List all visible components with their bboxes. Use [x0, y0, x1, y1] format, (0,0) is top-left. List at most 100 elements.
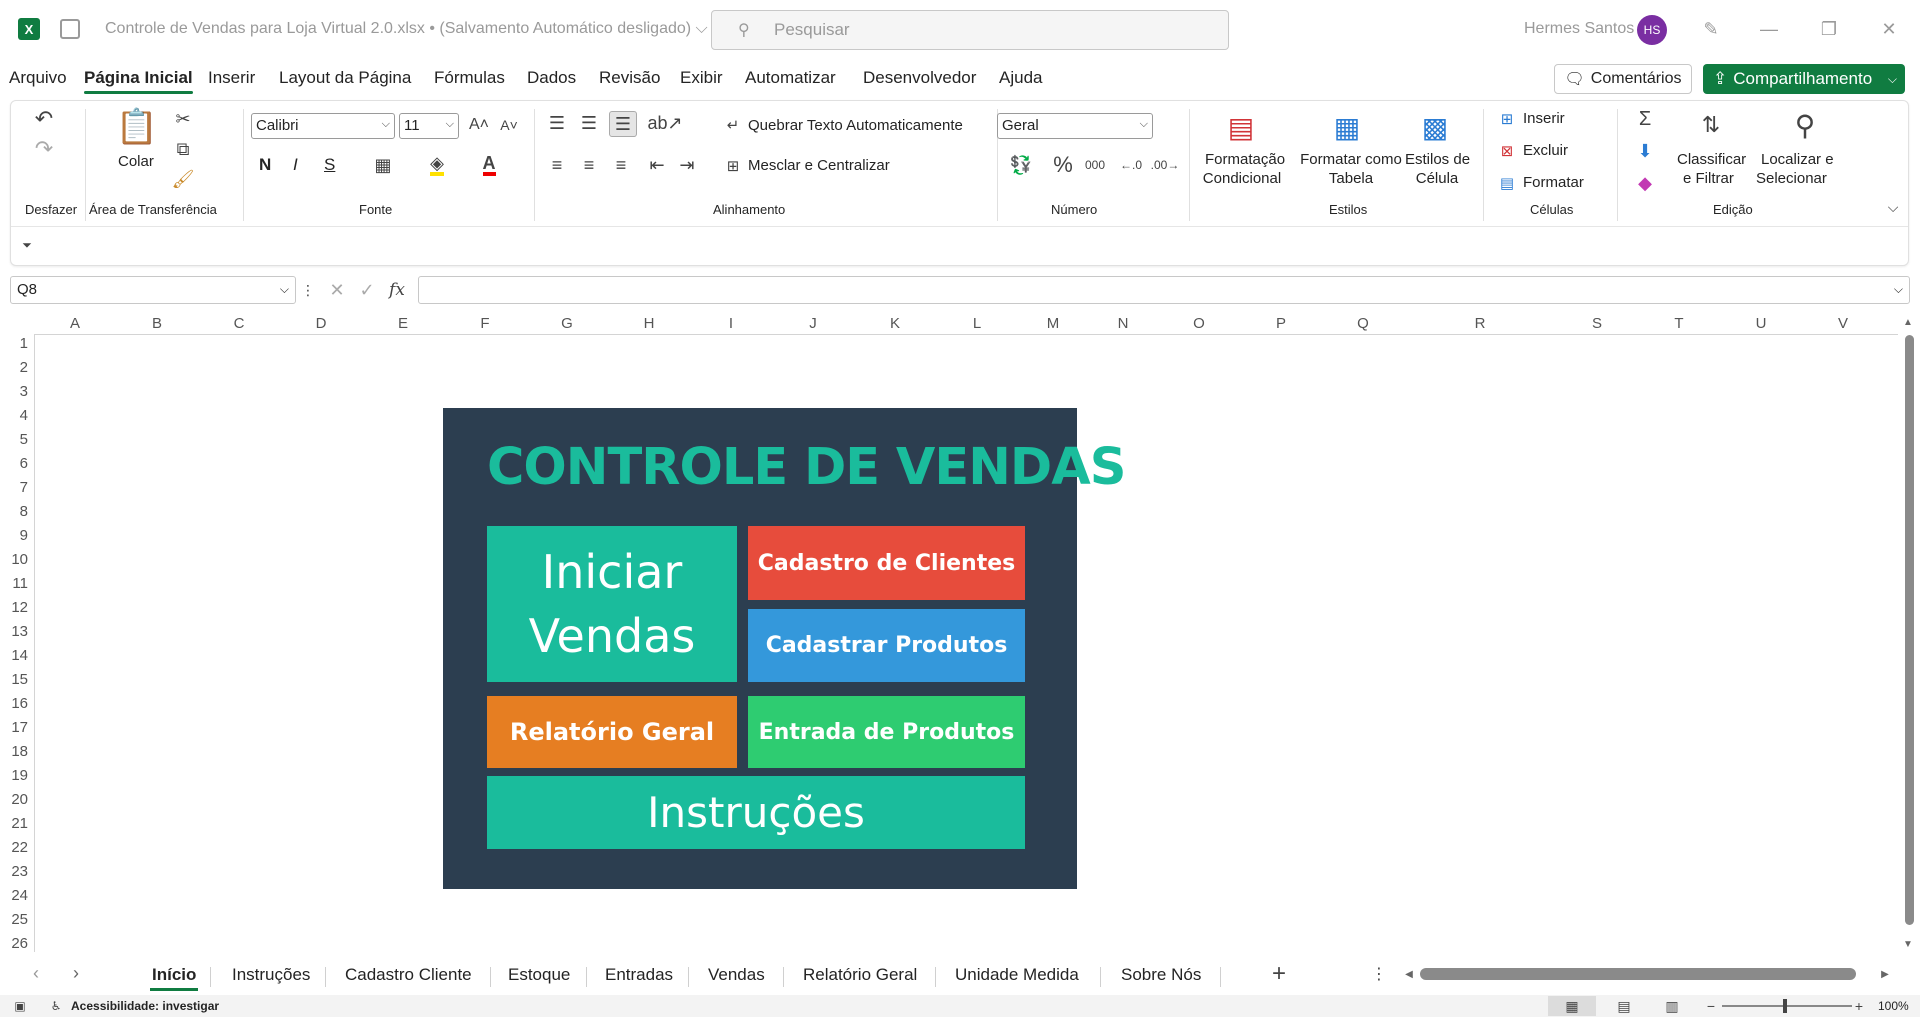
sheet-tab-instrucoes[interactable]: Instruções — [232, 965, 310, 985]
cell-styles-line1[interactable]: Estilos de — [1405, 151, 1470, 168]
format-as-table-line1[interactable]: Formatar como — [1299, 151, 1403, 168]
decrease-font-icon[interactable]: A˅ — [497, 113, 521, 137]
font-size-select[interactable]: 11 ⌵ — [399, 113, 459, 139]
cadastrar-produtos-button[interactable]: Cadastrar Produtos — [748, 609, 1025, 682]
tab-exibir[interactable]: Exibir — [680, 68, 723, 88]
scroll-right-icon[interactable]: ▶ — [1878, 964, 1892, 984]
conditional-formatting-line1[interactable]: Formatação — [1205, 151, 1285, 168]
chevron-down-icon[interactable]: ⌵ — [1888, 72, 1897, 87]
vertical-scroll-thumb[interactable] — [1905, 335, 1914, 925]
row-header[interactable]: 26 — [0, 935, 28, 952]
tab-ajuda[interactable]: Ajuda — [999, 68, 1042, 88]
number-format-select[interactable]: Geral ⌵ — [997, 113, 1153, 139]
row-header[interactable]: 5 — [0, 431, 28, 448]
currency-icon[interactable]: 💱 — [1001, 153, 1041, 177]
accessibility-status[interactable]: Acessibilidade: investigar — [71, 999, 219, 1013]
share-button[interactable]: ⇪ Compartilhamento ⌵ — [1703, 64, 1905, 94]
undo-icon[interactable]: ↶ — [29, 106, 59, 131]
column-header[interactable]: R — [1404, 315, 1556, 332]
customize-quick-access-icon[interactable]: ⏷ — [19, 237, 35, 253]
insert-cells-button[interactable]: Inserir — [1523, 110, 1565, 127]
document-title[interactable]: Controle de Vendas para Loja Virtual 2.0… — [105, 20, 708, 38]
row-header[interactable]: 25 — [0, 911, 28, 928]
fill-color-icon[interactable]: ◈ — [425, 153, 449, 177]
column-header[interactable]: S — [1556, 315, 1638, 332]
cancel-icon[interactable]: ✕ — [325, 278, 349, 302]
accessibility-icon[interactable]: ♿ — [48, 998, 64, 1014]
column-header[interactable]: L — [936, 315, 1018, 332]
borders-icon[interactable]: ▦ — [371, 153, 395, 177]
chevron-down-icon[interactable]: ⌵ — [1883, 197, 1903, 217]
column-header[interactable]: E — [362, 315, 444, 332]
column-header[interactable]: V — [1802, 315, 1884, 332]
column-header[interactable]: F — [444, 315, 526, 332]
user-name[interactable]: Hermes Santos — [1524, 20, 1634, 38]
scroll-down-icon[interactable]: ▼ — [1903, 939, 1913, 950]
row-header[interactable]: 22 — [0, 839, 28, 856]
column-header[interactable]: A — [34, 315, 116, 332]
merge-center-button[interactable]: Mesclar e Centralizar — [748, 157, 890, 174]
column-header[interactable]: M — [1018, 315, 1088, 332]
row-header[interactable]: 15 — [0, 671, 28, 688]
conditional-formatting-line2[interactable]: Condicional — [1197, 170, 1287, 187]
paste-icon[interactable]: 📋 — [116, 105, 158, 149]
insert-function-button[interactable]: fx — [384, 278, 410, 302]
column-header[interactable]: K — [854, 315, 936, 332]
column-header[interactable]: P — [1240, 315, 1322, 332]
row-header[interactable]: 10 — [0, 551, 28, 568]
more-sheets-icon[interactable]: ⋮ — [1371, 963, 1387, 985]
row-header[interactable]: 16 — [0, 695, 28, 712]
sort-filter-line2[interactable]: e Filtrar — [1683, 170, 1734, 187]
page-break-view-icon[interactable]: ▥ — [1662, 996, 1682, 1016]
column-header[interactable]: C — [198, 315, 280, 332]
iniciar-vendas-button[interactable]: Iniciar Vendas — [487, 526, 737, 682]
entrada-produtos-button[interactable]: Entrada de Produtos — [748, 696, 1025, 768]
copy-icon[interactable]: ⧉ — [171, 137, 195, 161]
orientation-icon[interactable]: ab↗ — [645, 111, 685, 135]
column-header[interactable]: T — [1638, 315, 1720, 332]
row-header[interactable]: 18 — [0, 743, 28, 760]
column-header[interactable]: J — [772, 315, 854, 332]
font-name-select[interactable]: Calibri ⌵ — [251, 113, 395, 139]
sheet-tab-inicio[interactable]: Início — [149, 965, 199, 991]
row-header[interactable]: 23 — [0, 863, 28, 880]
paste-label[interactable]: Colar — [118, 153, 154, 170]
row-header[interactable]: 2 — [0, 359, 28, 376]
next-sheet-icon[interactable]: › — [66, 963, 86, 983]
zoom-level[interactable]: 100% — [1878, 999, 1909, 1013]
row-header[interactable]: 1 — [0, 335, 28, 352]
fill-icon[interactable]: ⬇ — [1633, 139, 1657, 163]
zoom-slider-thumb[interactable] — [1783, 999, 1787, 1013]
more-options-icon[interactable]: ⋮ — [301, 280, 315, 300]
column-header[interactable]: I — [690, 315, 772, 332]
instrucoes-button[interactable]: Instruções — [487, 776, 1025, 849]
sheet-tab-relatorio-geral[interactable]: Relatório Geral — [803, 965, 917, 985]
align-left-icon[interactable]: ≡ — [545, 153, 569, 177]
column-header[interactable]: U — [1720, 315, 1802, 332]
row-header[interactable]: 4 — [0, 407, 28, 424]
underline-button[interactable]: S — [324, 155, 335, 175]
bold-button[interactable]: N — [259, 155, 271, 175]
cadastro-clientes-button[interactable]: Cadastro de Clientes — [748, 526, 1025, 600]
increase-font-icon[interactable]: A˄ — [467, 113, 491, 137]
avatar[interactable]: HS — [1637, 15, 1667, 45]
comments-button[interactable]: 🗨 Comentários — [1554, 64, 1692, 94]
prev-sheet-icon[interactable]: ‹ — [26, 963, 46, 983]
find-select-line1[interactable]: Localizar e — [1761, 151, 1834, 168]
align-top-icon[interactable]: ☰ — [545, 111, 569, 135]
row-header[interactable]: 24 — [0, 887, 28, 904]
normal-view-icon[interactable]: ▦ — [1548, 996, 1596, 1016]
row-header[interactable]: 21 — [0, 815, 28, 832]
tab-desenvolvedor[interactable]: Desenvolvedor — [863, 68, 976, 88]
autosum-icon[interactable]: Σ — [1633, 107, 1657, 131]
search-box[interactable]: ⚲ Pesquisar — [711, 10, 1229, 50]
font-color-icon[interactable]: A — [477, 153, 501, 177]
zoom-out-icon[interactable]: − — [1704, 996, 1718, 1016]
tab-arquivo[interactable]: Arquivo — [9, 68, 67, 88]
align-bottom-icon[interactable]: ☰ — [609, 111, 637, 137]
row-header[interactable]: 3 — [0, 383, 28, 400]
formula-input[interactable]: ⌵ — [418, 276, 1910, 304]
page-layout-view-icon[interactable]: ▤ — [1614, 996, 1634, 1016]
sheet-tab-entradas[interactable]: Entradas — [605, 965, 673, 985]
scroll-up-icon[interactable]: ▲ — [1903, 317, 1913, 328]
